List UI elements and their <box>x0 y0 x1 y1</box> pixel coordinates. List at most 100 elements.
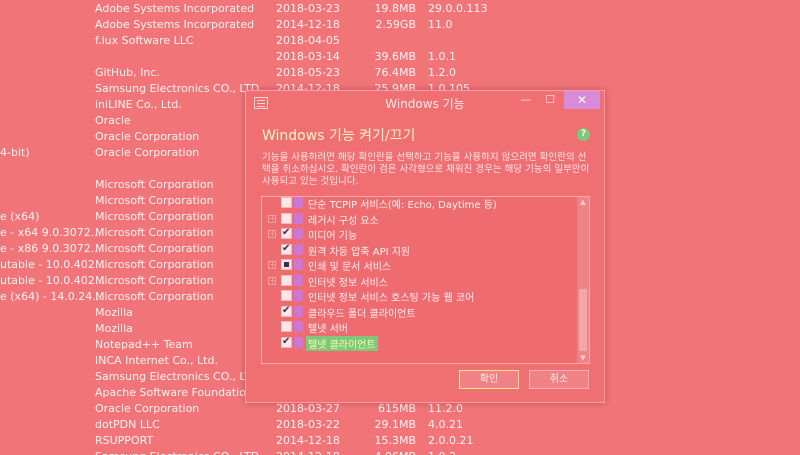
scroll-up-arrow-icon[interactable]: ▲ <box>577 197 589 207</box>
program-row[interactable]: RSUPPORT 2014-12-18 15.3MB 2.0.0.21 <box>0 433 800 449</box>
program-version: 1.2.0 <box>428 66 456 79</box>
feature-item[interactable]: + 미디어 기능 <box>262 226 578 242</box>
program-publisher: Adobe Systems Incorporated <box>95 2 255 15</box>
feature-checkbox[interactable] <box>281 274 292 286</box>
program-version: 11.2.0 <box>428 402 463 415</box>
tree-scrollbar[interactable]: ▲ ▼ <box>577 197 589 363</box>
feature-checkbox[interactable] <box>281 212 292 224</box>
program-row[interactable]: Adobe Systems Incorporated 2018-03-23 19.8… <box>0 1 800 17</box>
program-version: 29.0.0.113 <box>428 2 488 15</box>
feature-label: 텔넷 클라이언트 <box>306 335 378 351</box>
program-publisher: iniLINE Co., Ltd. <box>95 98 182 111</box>
folder-icon <box>294 228 303 239</box>
close-button[interactable]: ✕ <box>564 91 600 109</box>
program-publisher: Microsoft Corporation <box>95 242 214 255</box>
feature-item[interactable]: 텔넷 클라이언트 <box>262 335 578 351</box>
feature-label: 인쇄 및 문서 서비스 <box>308 262 392 273</box>
program-publisher: GitHub, Inc. <box>95 66 160 79</box>
feature-checkbox[interactable] <box>281 321 292 332</box>
maximize-button[interactable]: ☐ <box>542 91 558 109</box>
folder-icon <box>294 321 303 332</box>
program-publisher: Oracle Corporation <box>95 402 200 415</box>
scroll-down-arrow-icon[interactable]: ▼ <box>577 353 589 363</box>
feature-item[interactable]: 단순 TCPIP 서비스(예: Echo, Daytime 등) <box>262 197 578 211</box>
dialog-description: 기능을 사용하려면 해당 확인란을 선택하고 기능을 사용하지 않으려면 확인란… <box>262 152 590 187</box>
program-size: 76.4MB <box>374 66 416 79</box>
program-publisher: Microsoft Corporation <box>95 210 214 223</box>
program-publisher: Samsung Electronics CO., LTD. <box>95 449 263 455</box>
feature-checkbox[interactable] <box>281 305 292 317</box>
feature-label: 인터넷 정보 서비스 <box>308 277 388 289</box>
expand-icon[interactable]: + <box>268 261 276 269</box>
program-row[interactable]: Samsung Electronics CO., LTD. 2014-12-184… <box>0 449 800 455</box>
program-size: 39.6MB <box>374 50 416 63</box>
program-name: e (x64) - 14.0.24... <box>0 290 103 303</box>
program-row[interactable]: 2018-03-14 39.6MB 1.0.1 <box>0 49 800 65</box>
install-date: 2014-12-18 <box>276 434 340 447</box>
feature-item[interactable]: 원격 차등 압축 API 지원 <box>262 242 578 258</box>
install-date: 2018-03-27 <box>276 402 340 415</box>
program-version: 11.0 <box>428 18 453 31</box>
install-date: 2018-03-22 <box>276 418 340 431</box>
feature-checkbox[interactable] <box>281 197 292 208</box>
program-size: 2.59GB <box>375 18 416 31</box>
program-version: 1.0.2 <box>428 449 456 455</box>
feature-item[interactable]: + 인쇄 및 문서 서비스 <box>262 257 578 273</box>
ok-button[interactable]: 확인 <box>459 370 519 389</box>
program-publisher: Microsoft Corporation <box>95 178 214 191</box>
feature-item[interactable]: 텔넷 서버 <box>262 319 578 335</box>
feature-item[interactable]: 인터넷 정보 서비스 호스팅 가능 웹 코어 <box>262 288 578 304</box>
feature-tree[interactable]: 단순 TCPIP 서비스(예: Echo, Daytime 등) + 레거시 구성 … <box>261 196 590 364</box>
expand-icon[interactable]: + <box>268 214 276 223</box>
windows-features-dialog: Windows 기능 — ☐ ✕ Windows 기능 켜기/끄기 ? 기능을 … <box>245 90 605 403</box>
title-bar[interactable]: Windows 기능 — ☐ ✕ <box>246 91 604 115</box>
feature-checkbox[interactable] <box>281 243 292 255</box>
feature-label: 미디어 기능 <box>308 231 358 242</box>
install-date: 2018-03-23 <box>276 2 340 15</box>
program-publisher: Samsung Electronics CO., LTD. <box>95 370 263 383</box>
program-size: 19.8MB <box>374 2 416 15</box>
program-publisher: Samsung Electronics CO., LTD. <box>95 82 263 95</box>
program-size: 615MB <box>377 402 416 415</box>
program-version: 1.0.1 <box>428 50 456 63</box>
program-publisher: Notepad++ Team <box>95 338 193 351</box>
program-publisher: Adobe Systems Incorporated <box>95 18 255 31</box>
folder-icon <box>294 305 303 317</box>
feature-item[interactable]: + 인터넷 정보 서비스 <box>262 273 578 289</box>
program-publisher: Microsoft Corporation <box>95 290 214 303</box>
cancel-button[interactable]: 취소 <box>529 370 589 389</box>
program-row[interactable]: GitHub, Inc. 2018-05-23 76.4MB 1.2.0 <box>0 65 800 81</box>
feature-checkbox[interactable] <box>281 336 292 348</box>
folder-icon <box>294 197 303 208</box>
feature-checkbox[interactable] <box>281 227 292 239</box>
program-publisher: Microsoft Corporation <box>95 258 214 271</box>
program-name: e (x64) <box>0 210 40 223</box>
folder-icon <box>294 243 303 255</box>
expand-icon[interactable]: + <box>268 276 276 285</box>
feature-label: 인터넷 정보 서비스 호스팅 가능 웹 코어 <box>308 293 475 304</box>
program-version: 4.0.21 <box>428 418 463 431</box>
feature-label: 클라우드 폴더 클라이언트 <box>308 308 416 320</box>
scrollbar-thumb[interactable] <box>579 289 587 351</box>
program-size: 4.06MB <box>340 449 416 455</box>
program-row[interactable]: Adobe Systems Incorporated 2014-12-18 2.59… <box>0 17 800 33</box>
expand-icon[interactable]: + <box>268 230 276 238</box>
feature-label: 레거시 구성 요소 <box>308 215 379 227</box>
folder-icon <box>294 212 303 224</box>
program-row[interactable]: Oracle Corporation 2018-03-27 615MB 11.2.0 <box>0 401 800 417</box>
feature-checkbox[interactable] <box>281 259 292 270</box>
folder-icon <box>294 259 303 270</box>
install-date: 2018-04-05 <box>276 34 340 47</box>
program-row[interactable]: f.lux Software LLC 2018-04-05 <box>0 33 800 49</box>
install-date: 2014-12-18 <box>276 18 340 31</box>
minimize-button[interactable]: — <box>518 91 534 109</box>
program-publisher: Mozilla <box>95 306 133 319</box>
feature-item[interactable]: + 레거시 구성 요소 <box>262 211 578 227</box>
feature-checkbox[interactable] <box>281 290 292 301</box>
install-date: 2018-05-23 <box>276 66 340 79</box>
install-date: 2018-03-14 <box>276 50 340 63</box>
feature-item[interactable]: 클라우드 폴더 클라이언트 <box>262 304 578 320</box>
help-icon[interactable]: ? <box>577 128 590 141</box>
program-row[interactable]: dotPDN LLC 2018-03-22 29.1MB 4.0.21 <box>0 417 800 433</box>
program-version: 2.0.0.21 <box>428 434 474 447</box>
